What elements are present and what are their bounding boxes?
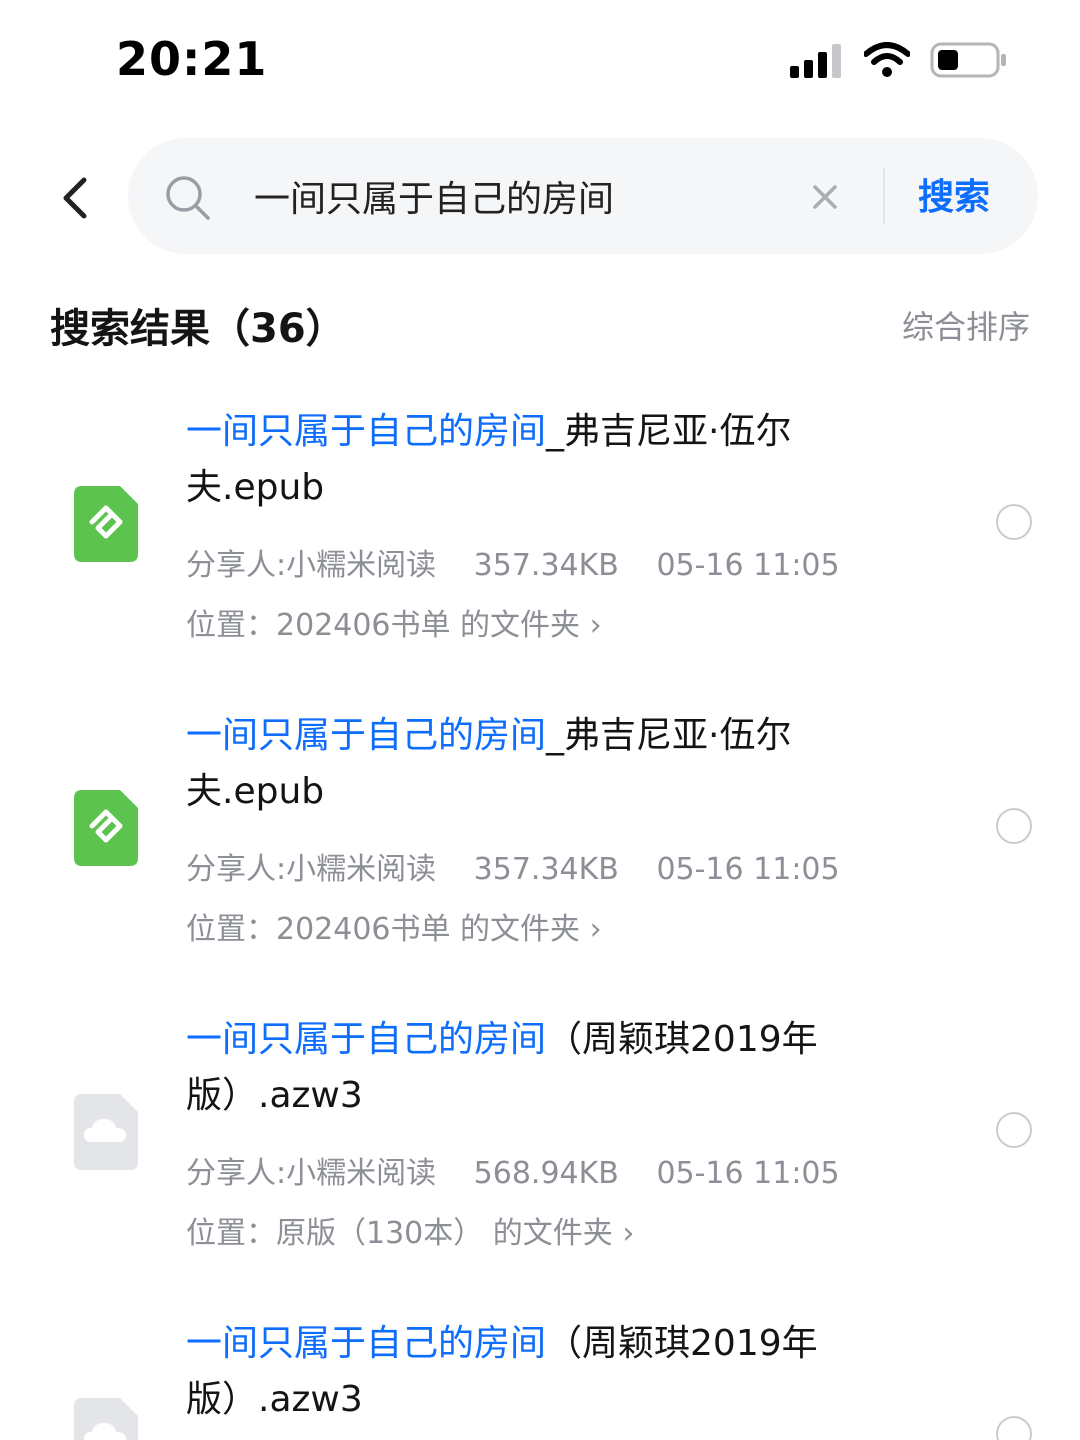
cloud-file-icon — [74, 1094, 138, 1170]
wifi-icon — [864, 42, 910, 77]
select-radio[interactable] — [996, 504, 1032, 540]
battery-icon — [930, 42, 1006, 78]
item-sharer: 分享人:小糯米阅读 — [186, 548, 437, 583]
status-bar: 20:21 — [0, 0, 1080, 120]
item-location-link[interactable]: 位置：202406书单 的文件夹 › — [186, 600, 602, 644]
results-heading: 搜索结果（36） — [50, 306, 346, 352]
item-sharer: 分享人:小糯米阅读 — [186, 852, 437, 887]
item-sharer: 分享人:小糯米阅读 — [186, 1156, 437, 1191]
item-title: 一间只属于自己的房间（周颖琪2019年版）.azw3 — [186, 1019, 818, 1116]
list-item[interactable]: 一间只属于自己的房间（周颖琪2019年版）.azw3 — [0, 1316, 1080, 1440]
select-radio[interactable] — [996, 1416, 1032, 1440]
clear-icon[interactable] — [810, 182, 840, 212]
search-button[interactable]: 搜索 — [918, 168, 990, 220]
item-meta: 分享人:小糯米阅读 568.94KB 05-16 11:05 — [186, 1148, 868, 1192]
item-size: 357.34KB — [473, 548, 619, 583]
item-location-link[interactable]: 位置：原版（130本） 的文件夹 › — [186, 1208, 634, 1252]
search-divider — [883, 168, 885, 224]
item-meta: 分享人:小糯米阅读 357.34KB 05-16 11:05 — [186, 844, 868, 888]
epub-file-icon — [74, 790, 138, 866]
item-title: 一间只属于自己的房间_弗吉尼亚·伍尔夫.epub — [186, 411, 792, 508]
status-time: 20:21 — [116, 32, 268, 86]
item-title: 一间只属于自己的房间（周颖琪2019年版）.azw3 — [186, 1323, 818, 1420]
select-radio[interactable] — [996, 808, 1032, 844]
item-date: 05-16 11:05 — [656, 852, 840, 887]
signal-icon — [790, 44, 846, 78]
list-item[interactable]: 一间只属于自己的房间（周颖琪2019年版）.azw3 分享人:小糯米阅读 568… — [0, 1012, 1080, 1312]
search-icon — [166, 176, 210, 220]
chevron-left-icon — [63, 177, 87, 219]
epub-file-icon — [74, 486, 138, 562]
search-bar: 搜索 — [128, 138, 1038, 254]
list-item[interactable]: 一间只属于自己的房间_弗吉尼亚·伍尔夫.epub 分享人:小糯米阅读 357.3… — [0, 708, 1080, 1008]
item-location-link[interactable]: 位置：202406书单 的文件夹 › — [186, 904, 602, 948]
item-size: 568.94KB — [473, 1156, 619, 1191]
item-date: 05-16 11:05 — [656, 1156, 840, 1191]
back-button[interactable] — [50, 170, 100, 226]
item-date: 05-16 11:05 — [656, 548, 840, 583]
cloud-file-icon — [74, 1398, 138, 1440]
list-item[interactable]: 一间只属于自己的房间_弗吉尼亚·伍尔夫.epub 分享人:小糯米阅读 357.3… — [0, 404, 1080, 704]
sort-button[interactable]: 综合排序 — [902, 302, 1030, 348]
item-meta: 分享人:小糯米阅读 357.34KB 05-16 11:05 — [186, 540, 868, 584]
item-size: 357.34KB — [473, 852, 619, 887]
select-radio[interactable] — [996, 1112, 1032, 1148]
item-title: 一间只属于自己的房间_弗吉尼亚·伍尔夫.epub — [186, 715, 792, 812]
